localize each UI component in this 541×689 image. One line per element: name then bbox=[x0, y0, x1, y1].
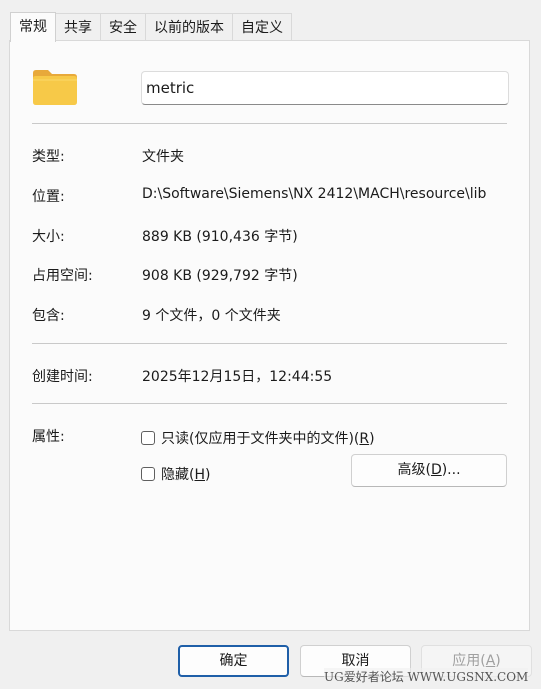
location-value[interactable]: D:\Software\Siemens\NX 2412\MACH\resourc… bbox=[142, 186, 512, 202]
tab-customize[interactable]: 自定义 bbox=[232, 13, 292, 41]
contains-label: 包含: bbox=[32, 308, 65, 324]
size-on-disk-value: 908 KB (929,792 字节) bbox=[142, 268, 298, 284]
created-label: 创建时间: bbox=[32, 369, 93, 385]
separator bbox=[32, 343, 507, 344]
hidden-checkbox[interactable] bbox=[141, 467, 155, 481]
general-panel bbox=[9, 40, 530, 631]
readonly-label[interactable]: 只读(仅应用于文件夹中的文件)(R) bbox=[161, 428, 375, 448]
separator bbox=[32, 403, 507, 404]
type-value: 文件夹 bbox=[142, 149, 184, 165]
size-label: 大小: bbox=[32, 229, 65, 245]
hidden-row[interactable]: 隐藏(H) bbox=[141, 464, 210, 484]
tab-general[interactable]: 常规 bbox=[10, 12, 56, 42]
folder-name-input[interactable]: metric bbox=[141, 71, 509, 105]
tab-sharing[interactable]: 共享 bbox=[55, 13, 101, 41]
hidden-label[interactable]: 隐藏(H) bbox=[161, 464, 210, 484]
created-value: 2025年12月15日，12:44:55 bbox=[142, 369, 333, 385]
type-label: 类型: bbox=[32, 149, 65, 165]
location-label: 位置: bbox=[32, 189, 65, 205]
advanced-button[interactable]: 高级(D)... bbox=[351, 454, 507, 487]
separator bbox=[32, 123, 507, 124]
contains-value: 9 个文件，0 个文件夹 bbox=[142, 308, 281, 324]
tab-bar: 常规 共享 安全 以前的版本 自定义 bbox=[10, 12, 292, 42]
attributes-label: 属性: bbox=[32, 429, 65, 445]
ok-button[interactable]: 确定 bbox=[178, 645, 289, 677]
readonly-checkbox[interactable] bbox=[141, 431, 155, 445]
tab-previous-versions[interactable]: 以前的版本 bbox=[145, 13, 233, 41]
size-value: 889 KB (910,436 字节) bbox=[142, 229, 298, 245]
size-on-disk-label: 占用空间: bbox=[32, 268, 93, 284]
folder-icon bbox=[33, 70, 77, 105]
watermark: UG爱好者论坛 WWW.UGSNX.COM bbox=[324, 668, 529, 685]
tab-security[interactable]: 安全 bbox=[100, 13, 146, 41]
readonly-row[interactable]: 只读(仅应用于文件夹中的文件)(R) bbox=[141, 428, 375, 448]
